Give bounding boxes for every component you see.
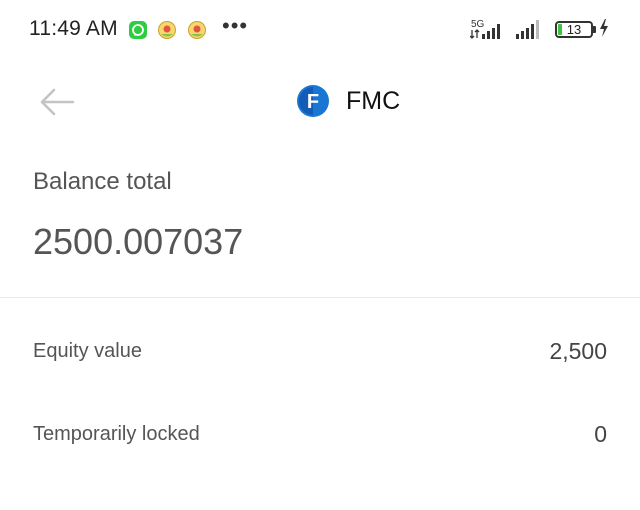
app-notification-icon	[157, 20, 177, 40]
header-title: F FMC	[297, 84, 400, 118]
equity-value-amount: 2,500	[549, 338, 607, 364]
network-type-label: 5G	[471, 19, 485, 30]
back-button[interactable]	[38, 84, 78, 120]
battery-tip	[593, 26, 596, 33]
coin-logo-letter: F	[307, 91, 319, 113]
temporarily-locked-amount: 0	[594, 421, 607, 447]
page-title: FMC	[346, 86, 401, 115]
battery-level: 13	[566, 22, 582, 37]
status-bar: 11:49 AM ••• 5G 13	[0, 0, 640, 60]
section-divider	[0, 297, 640, 298]
balance-total-value: 2500.007037	[33, 221, 244, 262]
charging-bolt-icon	[599, 19, 609, 42]
arrow-left-icon	[40, 88, 75, 116]
temporarily-locked-row: Temporarily locked 0	[33, 421, 607, 453]
signal-5g-icon: 5G	[470, 18, 508, 40]
status-indicators: 5G 13	[470, 18, 610, 42]
equity-value-row: Equity value 2,500	[33, 338, 607, 370]
signal-strength-icon	[514, 18, 546, 40]
status-time: 11:49 AM	[29, 17, 118, 40]
fmc-coin-logo-icon: F	[297, 85, 329, 117]
balance-total-label: Balance total	[33, 168, 172, 195]
battery-icon: 13	[555, 21, 593, 38]
more-notifications-indicator: •••	[222, 13, 249, 38]
messaging-app-icon	[128, 20, 148, 40]
temporarily-locked-label: Temporarily locked	[33, 423, 200, 445]
app-notification-icon	[187, 20, 207, 40]
equity-value-label: Equity value	[33, 340, 142, 362]
